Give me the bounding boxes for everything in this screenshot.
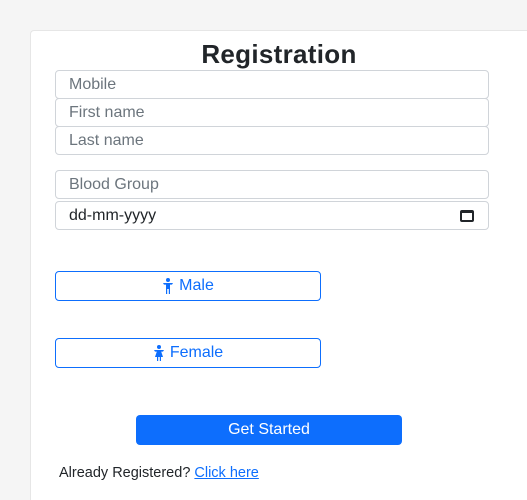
- person-standing-dress-icon: [153, 345, 164, 361]
- last-name-input[interactable]: [56, 127, 488, 154]
- male-button[interactable]: Male: [55, 271, 321, 301]
- page-title: Registration: [201, 39, 357, 69]
- male-label: Male: [179, 277, 214, 294]
- login-link[interactable]: Click here: [194, 465, 258, 481]
- blood-group-input[interactable]: [56, 171, 488, 198]
- first-name-field-wrapper: [55, 98, 489, 127]
- date-placeholder: dd-mm-yyyy: [69, 207, 157, 224]
- last-name-field-wrapper: [55, 126, 489, 155]
- blood-group-field-wrapper: [55, 170, 489, 199]
- date-of-birth-field[interactable]: dd-mm-yyyy: [55, 201, 489, 230]
- person-standing-icon: [163, 278, 174, 294]
- get-started-button[interactable]: Get Started: [136, 415, 402, 445]
- female-button[interactable]: Female: [55, 338, 321, 368]
- female-label: Female: [169, 344, 224, 361]
- mobile-input[interactable]: [56, 71, 488, 98]
- calendar-icon[interactable]: [460, 210, 474, 222]
- registration-card: Registration dd-mm-yyyy Male Female Get …: [30, 30, 527, 500]
- login-prompt: Already Registered? Click here: [59, 465, 259, 481]
- mobile-field-wrapper: [55, 70, 489, 99]
- login-prompt-text: Already Registered?: [59, 465, 191, 481]
- first-name-input[interactable]: [56, 99, 488, 126]
